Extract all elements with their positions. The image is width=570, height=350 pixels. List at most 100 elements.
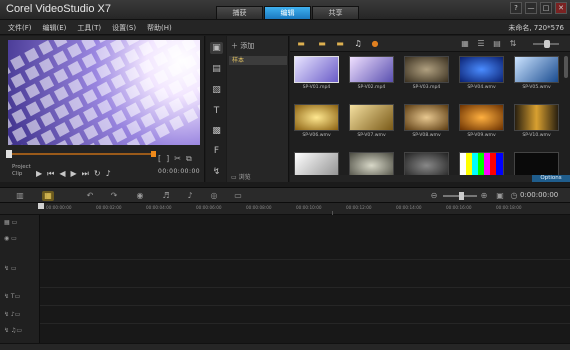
thumbnail-view-icon[interactable]: ▦ <box>460 39 470 48</box>
auto-music-icon[interactable]: ♪ <box>184 191 196 201</box>
mode-labels: Project Clip <box>12 164 31 178</box>
subtitle-editor-icon[interactable]: ▭ <box>232 191 244 201</box>
help-button[interactable]: ? <box>510 2 522 14</box>
prev-frame-icon[interactable]: ◀ <box>59 169 65 179</box>
title-track-icon[interactable]: ↯ T▭ <box>4 293 36 307</box>
ruler-label: 00:00:06:00 <box>196 205 222 210</box>
sort-icon[interactable]: ⇅ <box>508 39 518 48</box>
timeline-view-icon[interactable]: ▦ <box>42 191 54 201</box>
sound-mixer-icon[interactable]: ♬ <box>160 191 172 201</box>
end-icon[interactable]: ⏭ <box>82 169 89 179</box>
storyboard-view-icon[interactable]: ▥ <box>14 191 26 201</box>
options-button[interactable]: Options <box>532 175 570 182</box>
thumbnail-item[interactable]: SP-V05.wmv <box>514 56 559 93</box>
timeline-scrollbar[interactable] <box>0 343 570 350</box>
menu-help[interactable]: 帮助(H) <box>147 23 172 33</box>
audio-filter-icon[interactable]: ♫ <box>353 39 363 48</box>
library-scrollbar[interactable] <box>564 56 568 78</box>
photo-filter-icon[interactable]: ▬ <box>335 39 345 48</box>
motion-tracking-icon[interactable]: ◎ <box>208 191 220 201</box>
ruler-label: 00:00:18:00 <box>496 205 522 210</box>
video-track-icon[interactable]: ◉ ▭ <box>4 235 36 249</box>
volume-icon[interactable]: ♪ <box>106 169 111 179</box>
list-view-icon[interactable]: ☰ <box>476 39 486 48</box>
home-icon[interactable]: ⏮ <box>47 169 54 179</box>
minimize-button[interactable]: — <box>525 2 537 14</box>
clock-icon: ◷ <box>510 191 518 200</box>
timeline-zoom-knob[interactable] <box>459 192 464 200</box>
filter-icon[interactable]: F <box>210 145 223 157</box>
fit-project-icon[interactable]: ▣ <box>494 191 506 201</box>
preview-timecode[interactable]: 00:00:00:00 <box>158 168 200 175</box>
menu-tools[interactable]: 工具(T) <box>77 23 101 33</box>
mode-tabs: 捕获 编辑 共享 <box>216 6 360 20</box>
repeat-icon[interactable]: ↻ <box>94 169 101 179</box>
trim-end-marker[interactable] <box>151 151 156 157</box>
menu-settings[interactable]: 设置(S) <box>112 23 136 33</box>
redo-icon[interactable]: ↷ <box>108 191 120 201</box>
mark-in-icon[interactable]: [ <box>158 154 161 164</box>
media-category-icon[interactable]: ▣ <box>210 42 223 54</box>
overlay-track-icon[interactable]: ↯ ▭ <box>4 265 36 279</box>
thumbnail-zoom-slider[interactable] <box>533 40 559 48</box>
thumbnail-item[interactable]: SP-V07.wmv <box>349 104 394 141</box>
play-icon[interactable]: ▶ <box>36 169 42 179</box>
instant-project-icon[interactable]: ▤ <box>210 63 223 75</box>
window-controls: ? — □ ✕ <box>510 2 567 14</box>
title-icon[interactable]: T <box>210 105 223 117</box>
tab-share[interactable]: 共享 <box>312 6 359 20</box>
timeline-ruler[interactable]: 00:00:00:00 00:00:02:00 00:00:04:00 00:0… <box>0 203 570 215</box>
mark-out-icon[interactable]: ] <box>166 154 169 164</box>
thumbnail-item[interactable]: SP-V03.mp4 <box>404 56 449 93</box>
thumbnail-grid: SP-V01.mp4 SP-V02.mp4 SP-V03.mp4 SP-V04.… <box>294 56 564 182</box>
split-icon[interactable]: ✂ <box>174 154 181 164</box>
record-capture-icon[interactable]: ◉ <box>134 191 146 201</box>
thumbnail-item[interactable]: SP-V04.wmv <box>459 56 504 93</box>
track-headers: ▦ ▭ ◉ ▭ ↯ ▭ ↯ T▭ ↯ ♪▭ ↯ ♫▭ <box>0 215 40 343</box>
add-icon: ＋ <box>231 42 241 50</box>
library-panel: ▬ ▬ ▬ ♫ ● ▦ ☰ ▤ ⇅ SP-V01.mp4 SP-V02.mp4 … <box>290 36 570 182</box>
thumbnail-item[interactable]: SP-V06.wmv <box>294 104 339 141</box>
path-icon[interactable]: ↯ <box>210 166 223 178</box>
video-filter-icon[interactable]: ▬ <box>317 39 327 48</box>
timeline-playhead[interactable] <box>38 203 44 209</box>
undo-icon[interactable]: ↶ <box>84 191 96 201</box>
timeline-zoom-slider[interactable] <box>443 192 477 200</box>
tab-capture[interactable]: 捕获 <box>216 6 263 20</box>
thumbnail-item[interactable]: SP-V01.mp4 <box>294 56 339 93</box>
zoom-out-icon[interactable]: ⊖ <box>428 191 440 201</box>
timeline-track-area[interactable] <box>40 215 570 343</box>
sample-folder[interactable]: 样本 <box>229 56 287 65</box>
music-track-icon[interactable]: ↯ ♫▭ <box>4 327 36 341</box>
browse-row[interactable]: ▭ 浏览 <box>231 172 251 181</box>
ruler-label: 00:00:10:00 <box>296 205 322 210</box>
enlarge-icon[interactable]: ⧉ <box>186 154 192 164</box>
next-frame-icon[interactable]: ▶ <box>71 169 77 179</box>
thumbnail-item[interactable]: SP-V08.wmv <box>404 104 449 141</box>
tab-edit[interactable]: 编辑 <box>264 6 311 20</box>
app-title: Corel VideoStudio X7 <box>6 3 111 15</box>
thumbnail-item[interactable]: SP-V09.wmv <box>459 104 504 141</box>
transition-icon[interactable]: ▧ <box>210 84 223 96</box>
voice-track-icon[interactable]: ↯ ♪▭ <box>4 311 36 325</box>
import-folder-icon[interactable]: ▬ <box>296 39 306 48</box>
ruler-label: 00:00:00:00 <box>46 205 72 210</box>
details-view-icon[interactable]: ▤ <box>492 39 502 48</box>
scrub-handle[interactable] <box>6 150 12 158</box>
clip-mode-label[interactable]: Clip <box>12 171 31 178</box>
add-folder-row[interactable]: ＋ 添加 <box>231 41 254 51</box>
menu-file[interactable]: 文件(F) <box>8 23 32 33</box>
maximize-button[interactable]: □ <box>540 2 552 14</box>
timeline-timecode[interactable]: 0:00:00:00 <box>520 191 558 199</box>
zoom-knob[interactable] <box>544 40 550 48</box>
menu-edit[interactable]: 编辑(E) <box>43 23 67 33</box>
track-manager-icon[interactable]: ▦ ▭ <box>4 219 36 233</box>
close-button[interactable]: ✕ <box>555 2 567 14</box>
thumbnail-item[interactable]: SP-V10.wmv <box>514 104 559 141</box>
zoom-in-icon[interactable]: ⊕ <box>478 191 490 201</box>
graphic-icon[interactable]: ▩ <box>210 125 223 137</box>
track-divider <box>40 259 570 260</box>
options-circle-icon[interactable]: ● <box>370 39 380 48</box>
project-mode-label[interactable]: Project <box>12 164 31 171</box>
thumbnail-item[interactable]: SP-V02.mp4 <box>349 56 394 93</box>
